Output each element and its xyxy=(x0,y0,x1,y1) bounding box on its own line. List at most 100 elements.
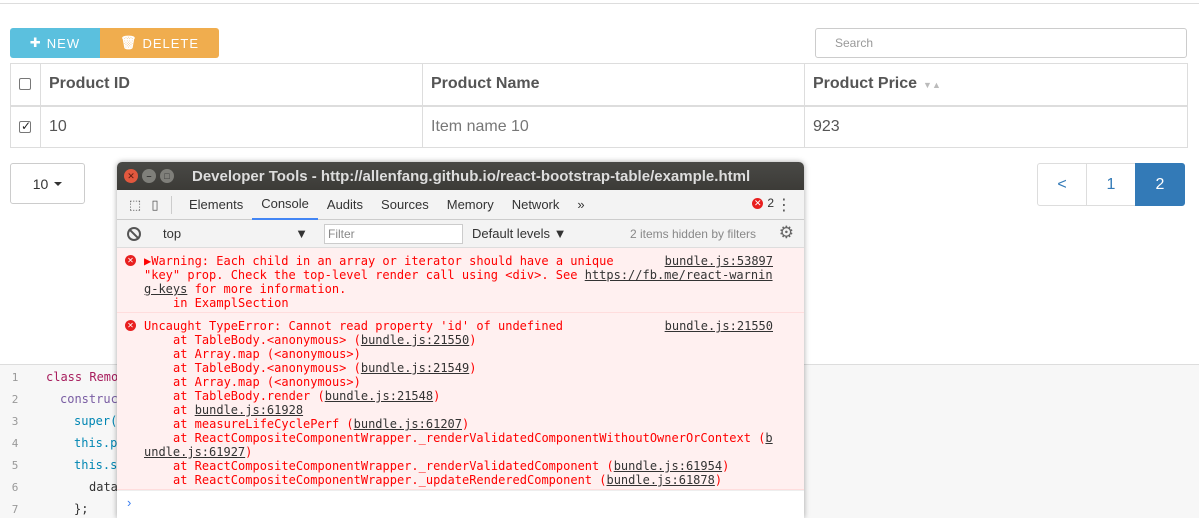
filter-input[interactable]: Filter xyxy=(324,223,463,244)
devtools-titlebar[interactable]: ✕ – □ Developer Tools - http://allenfang… xyxy=(117,162,804,190)
line-number: 7 xyxy=(11,503,19,516)
row-select-cell[interactable] xyxy=(10,105,41,148)
header-product-price[interactable]: Product Price ▼▲ xyxy=(804,63,1188,107)
stack-frame: at TableBody.<anonymous> ( xyxy=(173,333,361,347)
line-number: 4 xyxy=(11,437,19,450)
code-line: construc xyxy=(60,392,118,406)
row-checkbox[interactable] xyxy=(19,119,31,133)
table-row[interactable]: 10 Item name 10 923 xyxy=(10,105,1188,148)
devtools-tabbar: ⬚ ▯ Elements Console Audits Sources Memo… xyxy=(117,189,804,220)
error-source-link[interactable]: bundle.js:21550 xyxy=(665,319,773,333)
code-line: this.p xyxy=(74,436,118,450)
triangle-down-icon: ▼ xyxy=(553,226,567,241)
more-tabs-icon[interactable]: » xyxy=(568,190,593,220)
warning-line-2: "key" prop. Check the top-level render c… xyxy=(144,268,585,282)
console-prompt[interactable]: › xyxy=(117,490,804,518)
line-number: 6 xyxy=(11,481,19,494)
code-line: class Remo xyxy=(46,370,119,384)
stack-link[interactable]: bundle.js:21549 xyxy=(361,361,469,375)
stack-frame: at ReactCompositeComponentWrapper._updat… xyxy=(173,473,607,487)
stack-frame: at measureLifeCyclePerf ( xyxy=(173,417,354,431)
tab-audits[interactable]: Audits xyxy=(318,190,372,220)
tab-elements[interactable]: Elements xyxy=(180,190,252,220)
device-toolbar-icon[interactable]: ▯ xyxy=(145,195,165,215)
warning-line-1: Warning: Each child in an array or itera… xyxy=(151,254,614,268)
page-1-button[interactable]: 1 xyxy=(1086,163,1136,206)
warning-doc-link-cont[interactable]: g-keys xyxy=(144,282,187,296)
search-placeholder: Search xyxy=(835,36,874,50)
plus-icon: ✚ xyxy=(29,35,42,50)
page-prev-button[interactable]: < xyxy=(1037,163,1087,206)
minimize-window-icon[interactable]: – xyxy=(142,169,156,183)
new-button[interactable]: ✚ NEW xyxy=(10,28,100,58)
stack-link[interactable]: b xyxy=(765,431,772,445)
inspect-element-icon[interactable]: ⬚ xyxy=(125,195,145,215)
log-levels-dropdown[interactable]: Default levels ▼ xyxy=(472,226,567,241)
hidden-items-info: 2 items hidden by filters xyxy=(629,227,756,241)
stack-close: ) xyxy=(722,459,730,473)
context-value: top xyxy=(163,226,182,241)
stack-link[interactable]: bundle.js:61928 xyxy=(195,403,303,417)
select-all-checkbox[interactable] xyxy=(19,78,31,91)
error-icon: ✕ xyxy=(125,255,136,266)
stack-close: ) xyxy=(469,361,477,375)
line-number: 5 xyxy=(11,459,19,472)
filter-placeholder: Filter xyxy=(328,226,355,241)
stack-close: ) xyxy=(245,445,253,459)
triangle-down-icon: ▼ xyxy=(295,226,308,241)
close-window-icon[interactable]: ✕ xyxy=(124,169,138,183)
stack-link[interactable]: undle.js:61927 xyxy=(144,445,245,459)
tab-console[interactable]: Console xyxy=(252,189,318,220)
product-table: Product ID Product Name Product Price ▼▲ … xyxy=(10,63,1188,148)
tab-separator xyxy=(171,195,172,214)
code-line: }; xyxy=(74,502,89,516)
header-product-price-label: Product Price xyxy=(813,75,918,93)
stack-link[interactable]: bundle.js:61954 xyxy=(614,459,722,473)
table-header-row: Product ID Product Name Product Price ▼▲ xyxy=(10,63,1188,107)
select-all-cell[interactable] xyxy=(10,63,41,107)
line-number: 3 xyxy=(11,415,19,428)
stack-close: ) xyxy=(462,417,470,431)
page-2-button[interactable]: 2 xyxy=(1135,163,1185,206)
sort-caret-icon: ▼▲ xyxy=(923,80,941,91)
stack-close: ) xyxy=(714,473,723,487)
stack-frame: at Array.map (<anonymous>) xyxy=(173,347,361,361)
stack-link[interactable]: bundle.js:61207 xyxy=(354,417,462,431)
header-product-id[interactable]: Product ID xyxy=(40,63,423,107)
line-number: 2 xyxy=(11,393,19,406)
page-size-dropdown[interactable]: 10 xyxy=(10,163,85,204)
context-selector[interactable]: top ▼ xyxy=(163,226,308,241)
console-error-message: ✕ bundle.js:21550 Uncaught TypeError: Ca… xyxy=(117,313,804,490)
tab-memory[interactable]: Memory xyxy=(438,190,503,220)
warning-line-3: for more information. xyxy=(187,282,347,296)
cell-product-id: 10 xyxy=(40,105,423,148)
tab-network[interactable]: Network xyxy=(503,190,569,220)
delete-button[interactable]: 🗑 DELETE xyxy=(100,28,219,58)
stack-link[interactable]: bundle.js:21550 xyxy=(361,333,469,347)
code-line: this.s xyxy=(74,458,118,472)
console-warning-message: ✕ bundle.js:53897 ▶Warning: Each child i… xyxy=(117,248,804,313)
devtools-title: Developer Tools - http://allenfang.githu… xyxy=(192,167,751,185)
stack-close: ) xyxy=(469,333,477,347)
search-input[interactable]: Search xyxy=(815,28,1187,58)
header-product-name[interactable]: Product Name xyxy=(422,63,805,107)
error-icon: ✕ xyxy=(752,197,764,209)
stack-close: ) xyxy=(433,389,441,403)
warning-source-link[interactable]: bundle.js:53897 xyxy=(665,254,773,268)
pagination: < 1 2 xyxy=(1037,163,1185,206)
cell-product-price: 923 xyxy=(804,105,1188,148)
maximize-window-icon[interactable]: □ xyxy=(160,169,174,183)
error-count: 2 xyxy=(767,196,774,210)
tab-sources[interactable]: Sources xyxy=(372,190,438,220)
error-icon: ✕ xyxy=(125,320,136,331)
gear-icon[interactable]: ⚙ xyxy=(779,223,794,243)
stack-link[interactable]: bundle.js:21548 xyxy=(325,389,433,403)
prompt-chevron-icon: › xyxy=(127,495,132,510)
stack-link[interactable]: bundle.js:61878 xyxy=(606,473,714,487)
page-size-value: 10 xyxy=(32,175,49,192)
warning-doc-link[interactable]: https://fb.me/react-warnin xyxy=(585,268,773,282)
clear-console-icon[interactable] xyxy=(127,226,141,241)
menu-kebab-icon[interactable]: ⋮ xyxy=(776,195,792,215)
delete-button-label: DELETE xyxy=(142,35,200,51)
error-counter[interactable]: ✕ 2 xyxy=(752,196,774,210)
